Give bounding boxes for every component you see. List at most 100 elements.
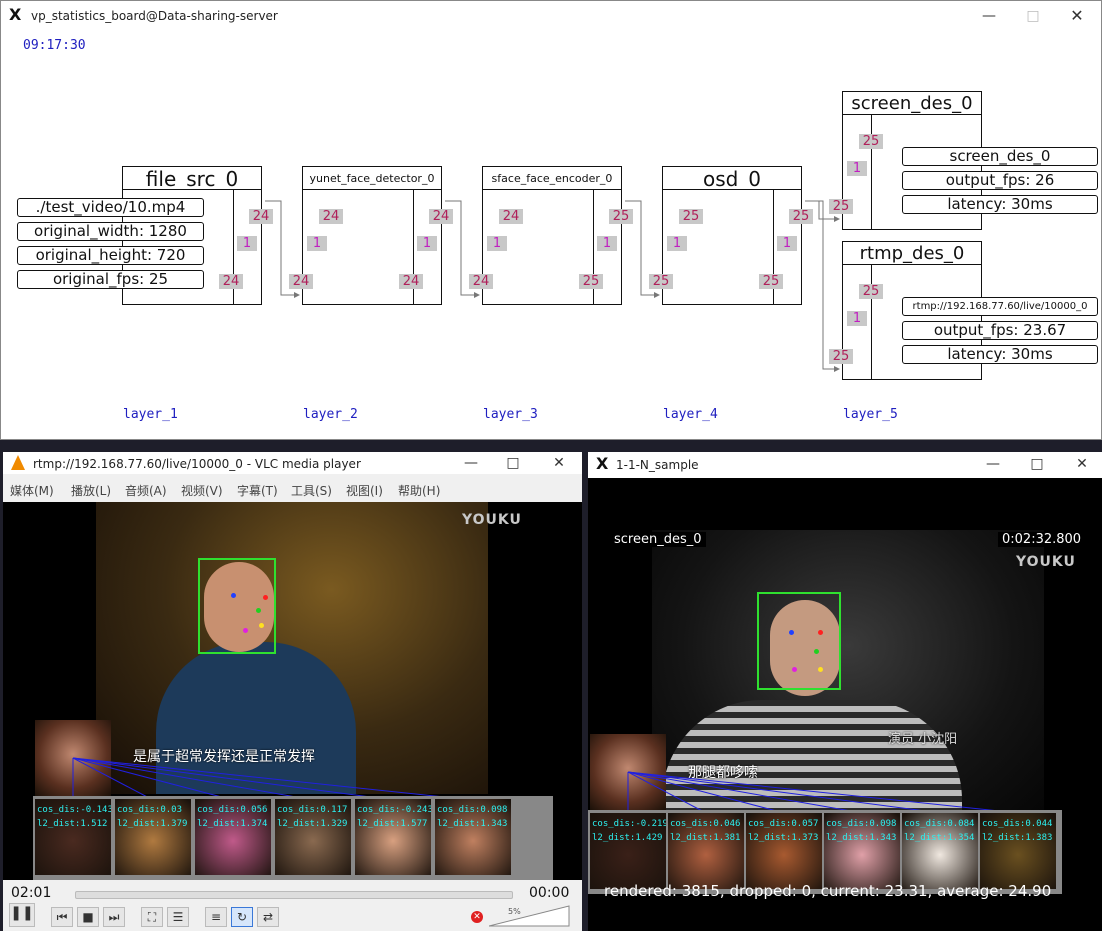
match-strip: cos_dis:-0.143 l2_dist:1.512 cos_dis:0.03… <box>33 796 553 880</box>
extended-settings-button[interactable]: ☰ <box>167 907 189 927</box>
badge: 24 <box>289 274 313 289</box>
l2-dist: l2_dist:1.577 <box>357 819 428 829</box>
statistics-board-window: X vp_statistics_board@Data-sharing-serve… <box>0 0 1102 440</box>
node-screen-des-name: screen_des_0 <box>843 92 981 115</box>
vlc-title: rtmp://192.168.77.60/live/10000_0 - VLC … <box>33 457 361 471</box>
vlc-cone-icon <box>11 455 25 470</box>
match-thumb: cos_dis:0.046 l2_dist:1.381 <box>668 813 744 889</box>
previous-button[interactable]: ⏮ <box>51 907 73 927</box>
cos-dist: cos_dis:-0.243 <box>357 805 431 815</box>
l2-dist: l2_dist:1.512 <box>37 819 108 829</box>
shuffle-button[interactable]: ⇄ <box>257 907 279 927</box>
screen-des-prop: screen_des_0 <box>902 147 1098 166</box>
playlist-button[interactable]: ≡ <box>205 907 227 927</box>
render-stats: rendered: 3815, dropped: 0, current: 23.… <box>604 882 1052 900</box>
loop-button[interactable]: ↻ <box>231 907 253 927</box>
x11-icon: X <box>596 454 609 473</box>
vlc-window: rtmp://192.168.77.60/live/10000_0 - VLC … <box>3 452 582 931</box>
menu-audio[interactable]: 音频(A) <box>125 482 167 499</box>
badge: 25 <box>859 134 883 149</box>
menu-video[interactable]: 视频(V) <box>181 482 223 499</box>
stop-button[interactable]: ■ <box>77 907 99 927</box>
badge: 25 <box>789 209 813 224</box>
l2-dist: l2_dist:1.343 <box>826 833 897 843</box>
badge: 25 <box>759 274 783 289</box>
badge: 24 <box>399 274 423 289</box>
badge: 25 <box>829 199 853 214</box>
cos-dist: cos_dis:0.046 <box>670 819 741 829</box>
l2-dist: l2_dist:1.429 <box>592 833 663 843</box>
badge: 24 <box>469 274 493 289</box>
file-src-prop: original_width: 1280 <box>17 222 204 241</box>
cos-dist: cos_dis:0.057 <box>748 819 819 829</box>
l2-dist: l2_dist:1.354 <box>904 833 975 843</box>
fullscreen-button[interactable]: ⛶ <box>141 907 163 927</box>
badge: 25 <box>609 209 633 224</box>
vlc-controls: 02:01 00:00 ❚❚ ⏮ ■ ⏭ ⛶ ☰ ≡ ↻ ⇄ ✕ 5% <box>3 881 582 931</box>
layer-label: layer_5 <box>843 407 898 422</box>
maximize-button[interactable]: □ <box>503 453 523 473</box>
maximize-button[interactable]: □ <box>1027 454 1047 474</box>
menu-playback[interactable]: 播放(L) <box>71 482 111 499</box>
match-thumb: cos_dis:-0.219 l2_dist:1.429 <box>590 813 666 889</box>
badge: 25 <box>579 274 603 289</box>
match-thumb: cos_dis:0.03 l2_dist:1.379 <box>115 799 191 875</box>
volume-slider[interactable] <box>489 905 571 927</box>
match-thumb: cos_dis:0.098 l2_dist:1.343 <box>824 813 900 889</box>
badge: 1 <box>307 236 327 251</box>
menu-help[interactable]: 帮助(H) <box>398 482 440 499</box>
node-rtmp-des-name: rtmp_des_0 <box>843 242 981 265</box>
badge: 25 <box>859 284 883 299</box>
menu-subtitle[interactable]: 字幕(T) <box>237 482 278 499</box>
file-src-prop: original_height: 720 <box>17 246 204 265</box>
mute-icon[interactable]: ✕ <box>471 911 483 923</box>
seek-bar[interactable] <box>75 891 513 899</box>
cos-dist: cos_dis:0.117 <box>277 805 348 815</box>
vlc-titlebar: rtmp://192.168.77.60/live/10000_0 - VLC … <box>3 452 582 474</box>
match-thumb: cos_dis:0.044 l2_dist:1.383 <box>980 813 1056 889</box>
match-thumb: cos_dis:-0.243 l2_dist:1.577 <box>355 799 431 875</box>
rtmp-des-prop: rtmp://192.168.77.60/live/10000_0 <box>902 297 1098 316</box>
vlc-menubar: 媒体(M) 播放(L) 音频(A) 视频(V) 字幕(T) 工具(S) 视图(I… <box>3 478 582 500</box>
menu-media[interactable]: 媒体(M) <box>10 482 54 499</box>
screen-des-prop: latency: 30ms <box>902 195 1098 214</box>
badge: 1 <box>847 161 867 176</box>
cos-dist: cos_dis:0.044 <box>982 819 1053 829</box>
minimize-button[interactable]: — <box>461 453 481 473</box>
pause-button[interactable]: ❚❚ <box>9 903 35 927</box>
layer-label: layer_2 <box>303 407 358 422</box>
badge: 1 <box>597 236 617 251</box>
badge: 1 <box>777 236 797 251</box>
cos-dist: cos_dis:0.03 <box>117 805 183 815</box>
cos-dist: cos_dis:0.098 <box>826 819 897 829</box>
node-file-src-name: file_src_0 <box>123 167 261 190</box>
l2-dist: l2_dist:1.383 <box>982 833 1053 843</box>
match-thumb: cos_dis:0.056 l2_dist:1.374 <box>195 799 271 875</box>
screen-des-prop: output_fps: 26 <box>902 171 1098 190</box>
rtmp-des-prop: output_fps: 23.67 <box>902 321 1098 340</box>
vlc-video-area[interactable]: YOUKU 是属于超常发挥还是正常发挥 cos_dis:-0.143 l2_dis… <box>3 502 582 880</box>
sample-video-area: screen_des_0 0:02:32.800 YOUKU 演员 小沈阳 那腿… <box>588 478 1102 931</box>
badge: 1 <box>667 236 687 251</box>
close-button[interactable]: ✕ <box>549 453 569 473</box>
volume-level: 5% <box>508 907 521 916</box>
node-osd-name: osd_0 <box>663 167 801 190</box>
cos-dist: cos_dis:-0.219 <box>592 819 666 829</box>
close-button[interactable]: ✕ <box>1072 454 1092 474</box>
next-button[interactable]: ⏭ <box>103 907 125 927</box>
l2-dist: l2_dist:1.379 <box>117 819 188 829</box>
match-thumb: cos_dis:0.117 l2_dist:1.329 <box>275 799 351 875</box>
badge: 25 <box>649 274 673 289</box>
l2-dist: l2_dist:1.374 <box>197 819 268 829</box>
node-sface-name: sface_face_encoder_0 <box>483 167 621 190</box>
time-total: 00:00 <box>529 885 570 901</box>
layer-label: layer_3 <box>483 407 538 422</box>
cos-dist: cos_dis:0.084 <box>904 819 975 829</box>
match-thumb: cos_dis:0.057 l2_dist:1.373 <box>746 813 822 889</box>
match-thumb: cos_dis:0.084 l2_dist:1.354 <box>902 813 978 889</box>
minimize-button[interactable]: — <box>983 454 1003 474</box>
menu-view[interactable]: 视图(I) <box>346 482 383 499</box>
sample-window: X 1-1-N_sample — □ ✕ screen_des_0 0:02:3… <box>588 452 1102 931</box>
file-src-prop: ./test_video/10.mp4 <box>17 198 204 217</box>
menu-tools[interactable]: 工具(S) <box>291 482 332 499</box>
